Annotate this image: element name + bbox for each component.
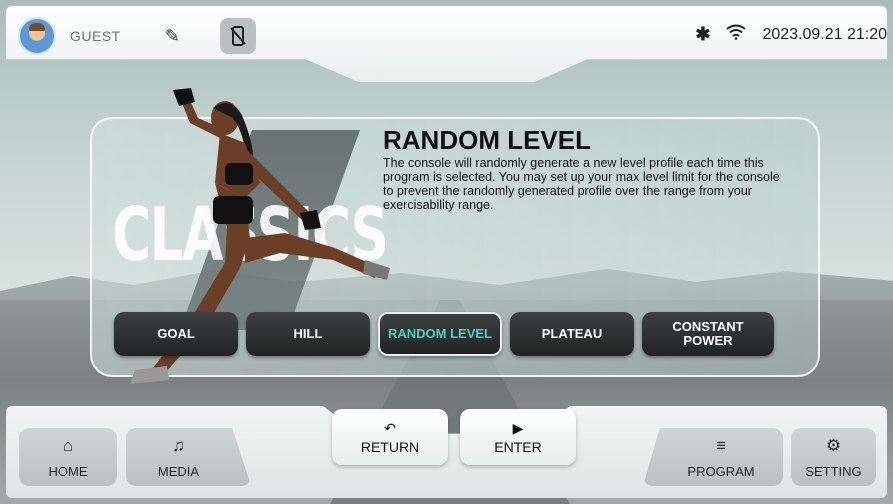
program-button-plateau[interactable]: PLATEAU — [510, 312, 634, 356]
program-nav-label: PROGRAM — [687, 463, 755, 479]
home-label: HOME — [48, 463, 88, 479]
avatar-icon[interactable] — [18, 17, 56, 55]
home-icon: ⌂ — [62, 435, 74, 455]
program-button-random-level[interactable]: RANDOM LEVEL — [378, 312, 502, 356]
list-icon: ≡ — [716, 435, 726, 455]
setting-button[interactable]: ⚙ SETTING — [791, 428, 876, 486]
program-description: The console will randomly generate a new… — [383, 156, 780, 212]
return-label: RETURN — [360, 438, 420, 455]
status-area: ✱ 2023.09.21 21:20 — [695, 24, 887, 45]
phone-disabled-icon[interactable] — [219, 18, 256, 54]
program-button-hill[interactable]: HILL — [246, 312, 370, 356]
music-note-icon: ♫ — [172, 435, 185, 455]
undo-arrow-icon: ↶ — [384, 419, 396, 436]
datetime: 2023.09.21 21:20 — [762, 25, 887, 43]
phone-disabled-glyph — [230, 26, 246, 46]
gear-icon: ⚙ — [825, 435, 842, 455]
wifi-glyph — [726, 24, 747, 40]
program-title: RANDOM LEVEL — [383, 125, 591, 155]
home-button[interactable]: ⌂ HOME — [19, 428, 117, 486]
media-button[interactable]: ♫ MEDIA — [126, 428, 251, 486]
runner-image — [130, 88, 390, 384]
return-button[interactable]: ↶ RETURN — [332, 409, 448, 465]
media-label: MEDIA — [157, 463, 200, 479]
wifi-icon[interactable] — [726, 24, 747, 45]
user-label: GUEST — [70, 28, 121, 44]
user-area: GUEST ✎ — [18, 16, 256, 56]
setting-label: SETTING — [805, 463, 862, 479]
enter-button[interactable]: ▶ ENTER — [460, 409, 576, 465]
play-icon: ▶ — [512, 419, 524, 436]
program-button-constant-power[interactable]: CONSTANT POWER — [642, 312, 774, 356]
bluetooth-off-icon[interactable]: ✱ — [695, 24, 710, 45]
pencil-icon[interactable]: ✎ — [165, 26, 180, 47]
program-nav-button[interactable]: ≡ PROGRAM — [643, 428, 783, 486]
program-selector: GOAL HILL RANDOM LEVEL PLATEAU CONSTANT … — [114, 312, 774, 356]
program-button-goal[interactable]: GOAL — [114, 312, 238, 356]
enter-label: ENTER — [494, 438, 542, 455]
